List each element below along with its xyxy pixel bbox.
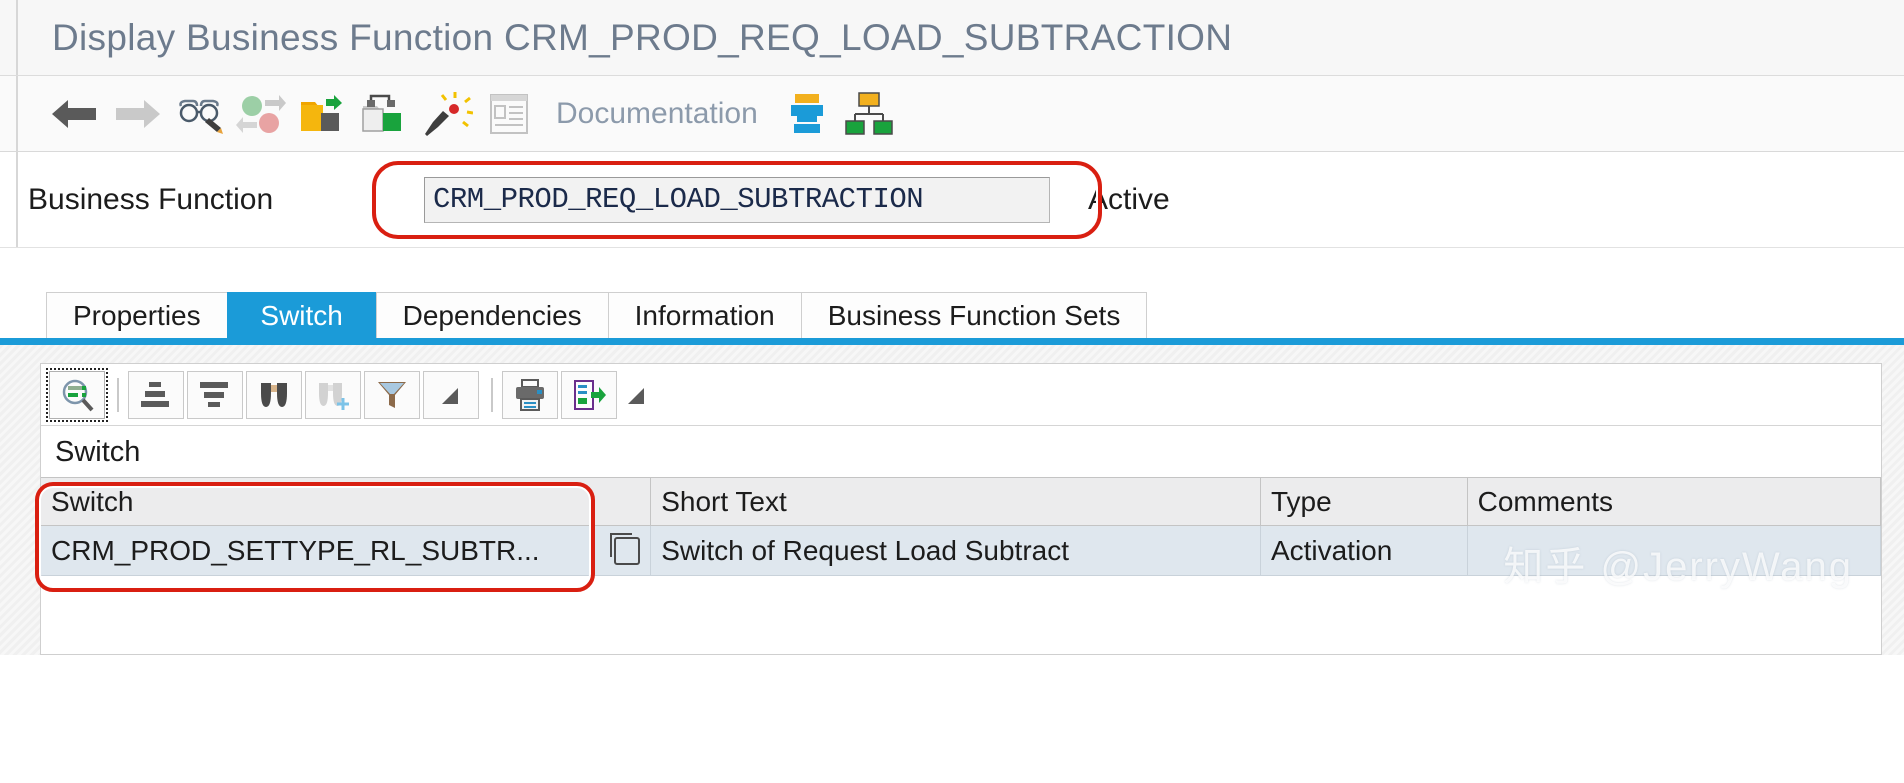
forward-arrow-icon[interactable] bbox=[106, 85, 168, 143]
value-help-icon[interactable] bbox=[610, 532, 641, 565]
grid-section-title: Switch bbox=[41, 426, 1881, 477]
cell-switch[interactable]: CRM_PROD_SETTYPE_RL_SUBTR... bbox=[41, 525, 652, 576]
tabstrip-area: Properties Switch Dependencies Informati… bbox=[0, 248, 1904, 345]
find-next-icon[interactable] bbox=[305, 370, 361, 419]
window-title-bar: Display Business Function CRM_PROD_REQ_L… bbox=[0, 0, 1904, 76]
column-header-type[interactable]: Type bbox=[1260, 477, 1468, 526]
switch-table: Switch Short Text Type Comments CRM_PROD… bbox=[41, 477, 1882, 576]
application-toolbar: Documentation bbox=[0, 76, 1904, 152]
folder-export-icon[interactable] bbox=[354, 85, 416, 143]
filter-dropdown-icon[interactable] bbox=[423, 370, 479, 419]
glasses-pencil-icon[interactable] bbox=[168, 85, 230, 143]
sort-descending-icon[interactable] bbox=[187, 370, 243, 419]
business-function-input[interactable]: CRM_PROD_REQ_LOAD_SUBTRACTION bbox=[424, 176, 1050, 223]
table-row[interactable]: CRM_PROD_SETTYPE_RL_SUBTR... Switch of R… bbox=[41, 525, 1882, 576]
cell-short-text[interactable]: Switch of Request Load Subtract bbox=[650, 525, 1261, 576]
alv-grid-panel: Switch Switch Short Text Type Comments C… bbox=[35, 363, 1882, 655]
business-function-status: Active bbox=[1088, 182, 1170, 216]
cell-type[interactable]: Activation bbox=[1260, 525, 1468, 576]
find-icon[interactable] bbox=[246, 370, 302, 419]
column-header-comments[interactable]: Comments bbox=[1467, 477, 1882, 526]
tab-properties[interactable]: Properties bbox=[46, 292, 228, 338]
back-arrow-icon[interactable] bbox=[44, 85, 106, 143]
tab-business-function-sets[interactable]: Business Function Sets bbox=[800, 292, 1148, 338]
toolbar-separator bbox=[117, 377, 119, 412]
document-icon bbox=[478, 85, 540, 143]
tab-underline bbox=[0, 326, 1904, 345]
page-title: Display Business Function CRM_PROD_REQ_L… bbox=[52, 16, 1233, 58]
alv-toolbar bbox=[41, 364, 1881, 426]
toolbar-separator-2 bbox=[491, 377, 493, 412]
export-icon[interactable] bbox=[561, 370, 617, 419]
business-function-label: Business Function bbox=[28, 182, 274, 216]
folder-import-icon[interactable] bbox=[292, 85, 354, 143]
tab-selected-caret-icon bbox=[285, 326, 318, 339]
hierarchy-stack-icon[interactable] bbox=[776, 85, 838, 143]
cell-switch-text: CRM_PROD_SETTYPE_RL_SUBTR... bbox=[51, 534, 540, 566]
magic-wand-icon[interactable] bbox=[416, 85, 478, 143]
org-chart-icon[interactable] bbox=[838, 85, 900, 143]
export-dropdown-icon[interactable] bbox=[620, 371, 654, 419]
detail-icon[interactable] bbox=[46, 367, 108, 422]
cell-comments[interactable] bbox=[1467, 525, 1882, 576]
two-spheres-icon[interactable] bbox=[230, 85, 292, 143]
tab-information[interactable]: Information bbox=[607, 292, 802, 338]
column-header-short-text[interactable]: Short Text bbox=[650, 477, 1261, 526]
business-function-field-wrapper: CRM_PROD_REQ_LOAD_SUBTRACTION bbox=[372, 160, 1102, 239]
table-header-row: Switch Short Text Type Comments bbox=[41, 477, 1882, 526]
column-header-switch[interactable]: Switch bbox=[41, 477, 652, 526]
business-function-row: Business Function CRM_PROD_REQ_LOAD_SUBT… bbox=[0, 152, 1904, 248]
sort-ascending-icon[interactable] bbox=[128, 370, 184, 419]
print-icon[interactable] bbox=[502, 370, 558, 419]
tab-dependencies[interactable]: Dependencies bbox=[375, 292, 609, 338]
documentation-button[interactable]: Documentation bbox=[556, 97, 758, 131]
filter-icon[interactable] bbox=[364, 370, 420, 419]
content-area: Switch Switch Short Text Type Comments C… bbox=[0, 345, 1904, 655]
